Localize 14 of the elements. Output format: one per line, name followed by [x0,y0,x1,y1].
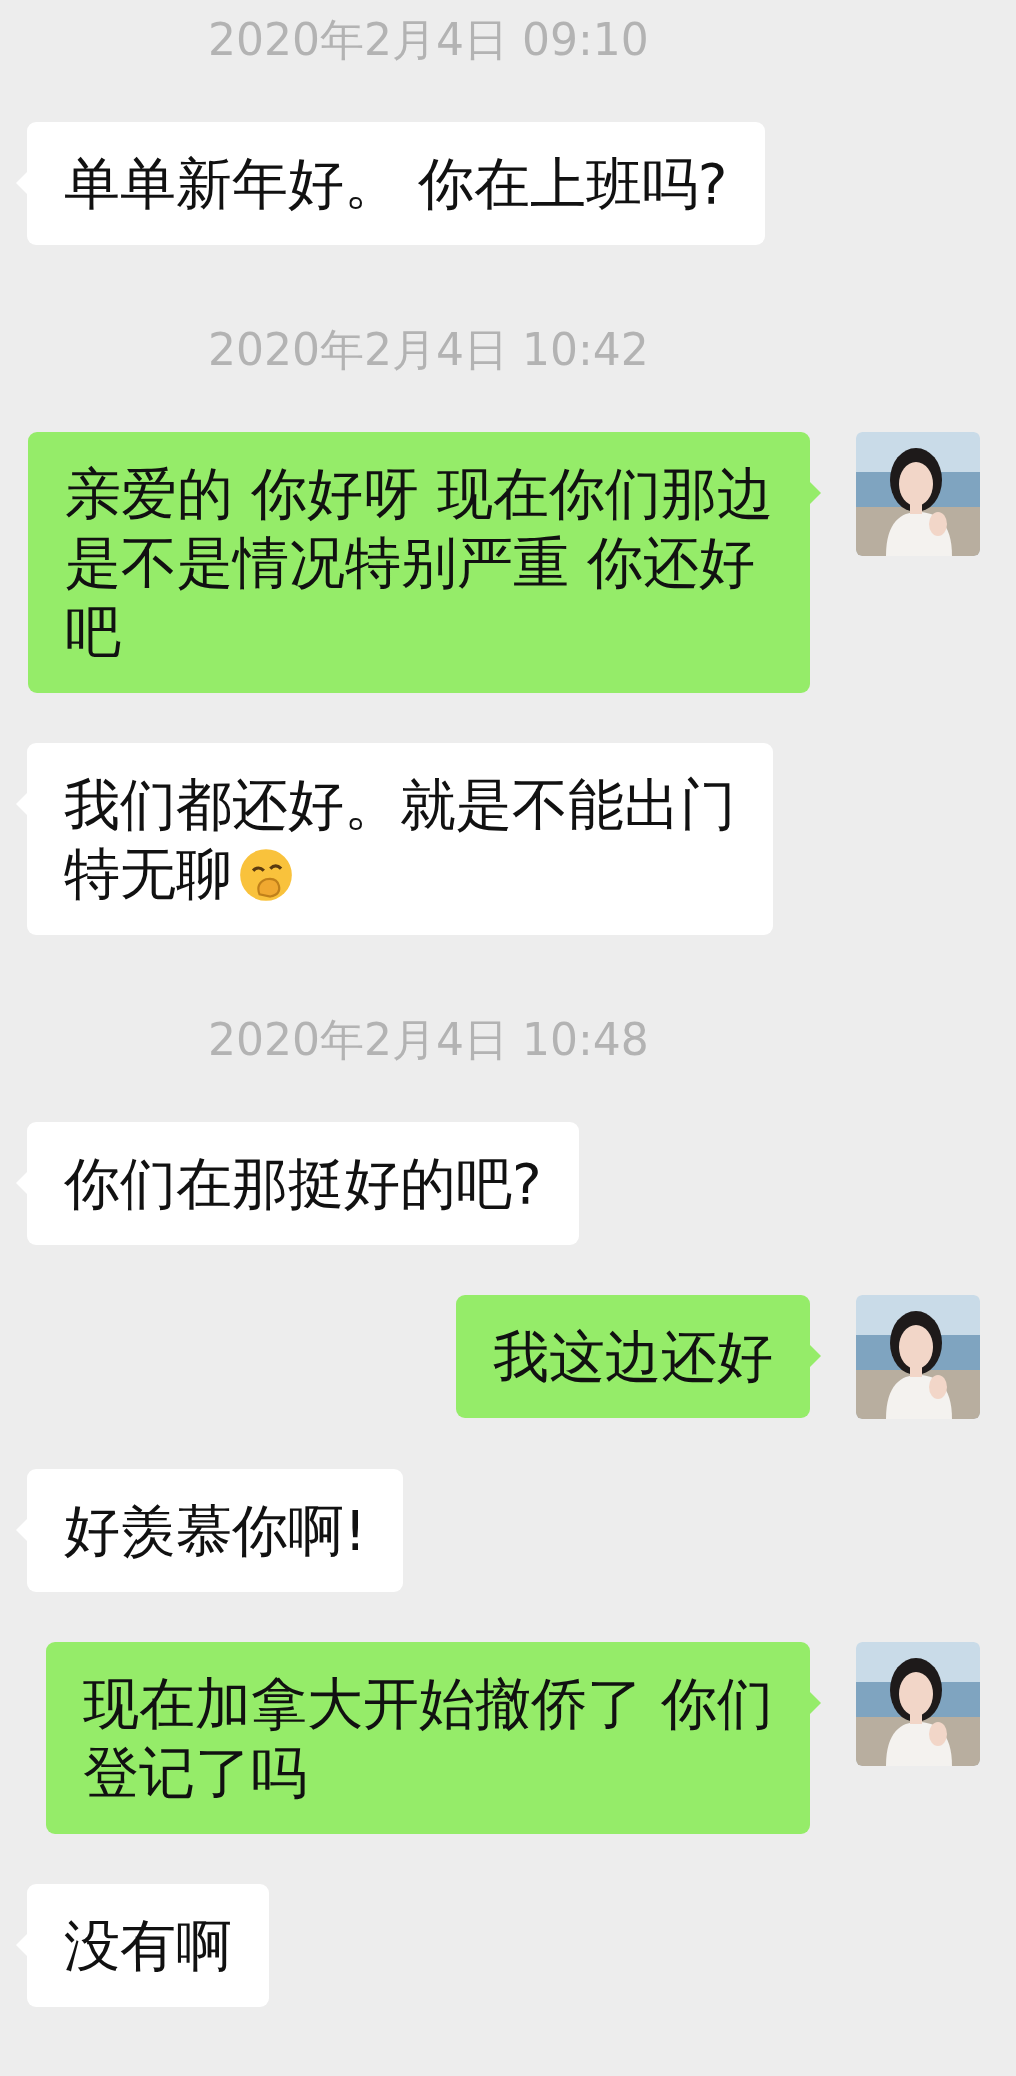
message-bubble: 你们在那挺好的吧? [27,1122,579,1245]
message-bubble: 没有啊 [27,1884,269,2007]
message-bubble: 亲爱的 你好呀 现在你们那边 是不是情况特别严重 你还好 吧 [28,432,810,693]
timestamp: 2020年2月4日 10:48 [208,1016,649,1064]
message-bubble: 好羡慕你啊! [27,1469,404,1592]
timestamp: 2020年2月4日 10:42 [208,326,649,374]
message-bubble: 现在加拿大开始撤侨了 你们 登记了吗 [46,1642,810,1834]
message-bubble: 我这边还好 [456,1295,810,1418]
message-bubble: 我们都还好。就是不能出门 特无聊 [27,743,773,935]
bubble-tail [810,482,821,504]
message-bubble: 单单新年好。 你在上班吗? [27,122,765,245]
bubble-tail [810,1692,821,1714]
timestamp: 2020年2月4日 09:10 [208,16,649,64]
bubble-tail [810,1345,821,1367]
